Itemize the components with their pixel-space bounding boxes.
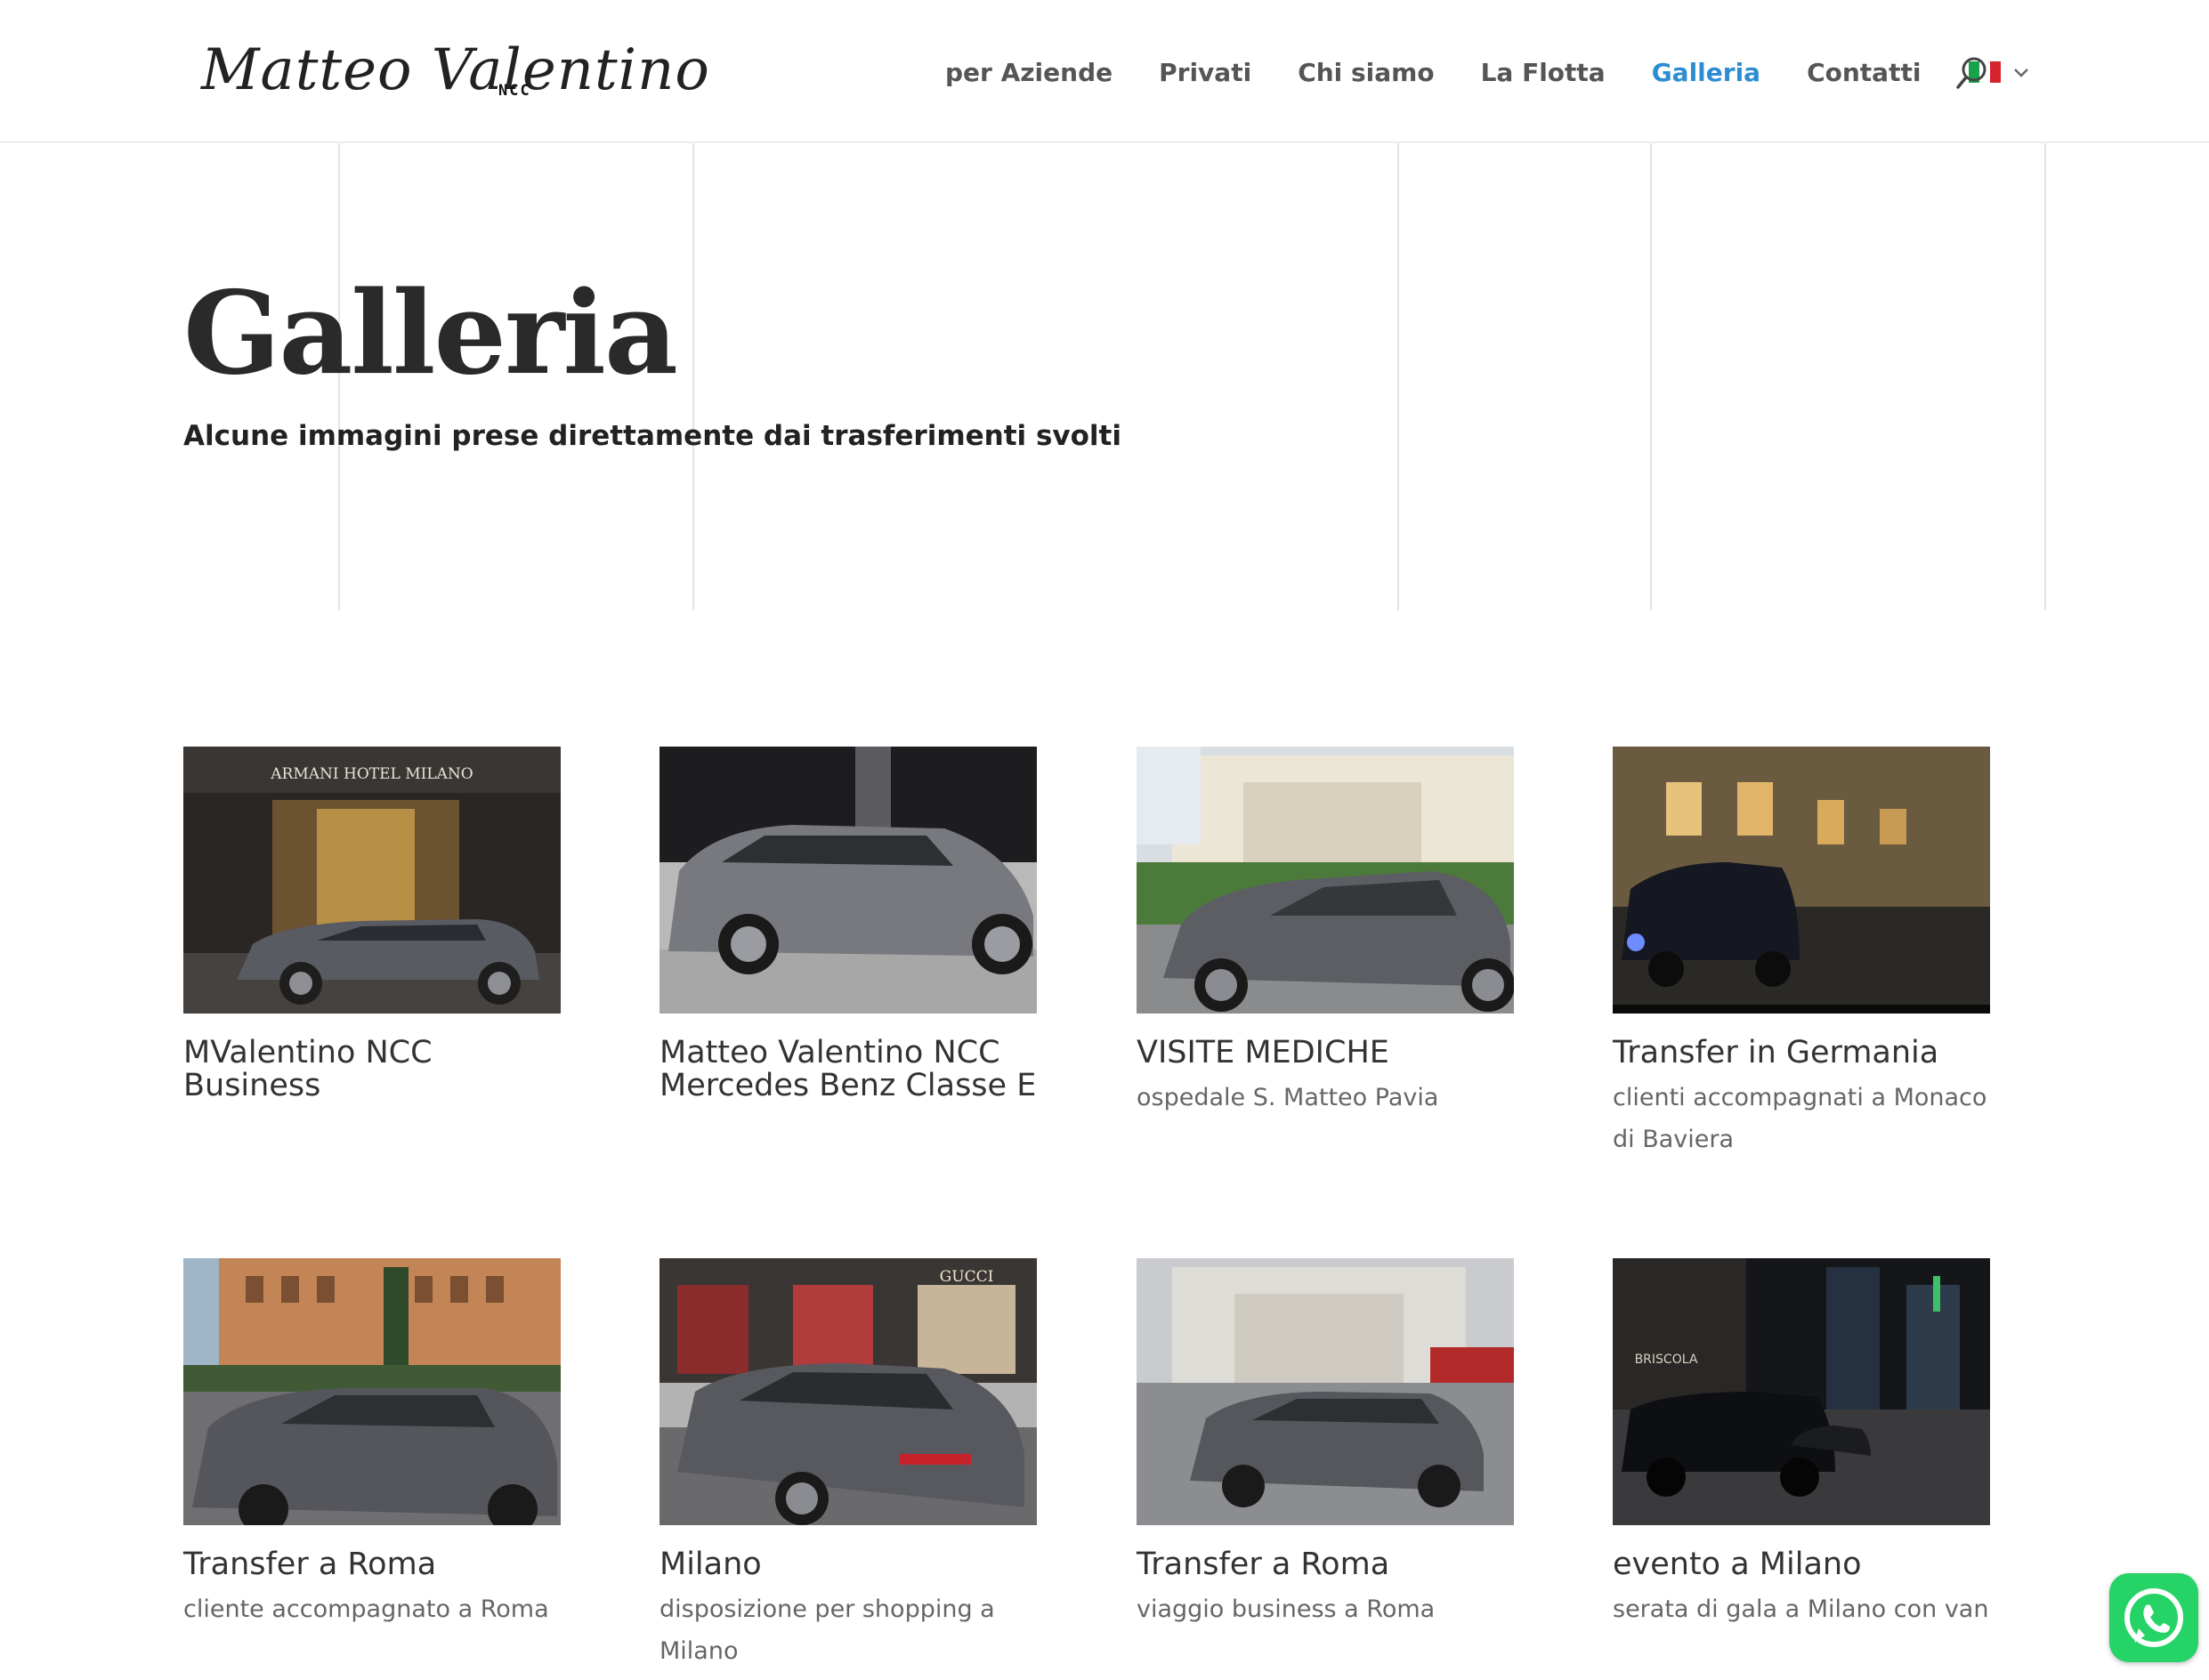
page-title: Galleria — [183, 267, 678, 400]
gallery-photo[interactable]: GUCCI — [659, 1258, 1037, 1525]
gallery-item-caption: ospedale S. Matteo Pavia — [1137, 1084, 1439, 1111]
gallery-item-title: evento a Milano — [1613, 1547, 1862, 1582]
search-icon[interactable] — [1954, 55, 1990, 91]
nav-link-galleria[interactable]: Galleria — [1652, 58, 1760, 87]
hero-gridline — [2044, 143, 2046, 610]
gallery-item-title: VISITE MEDICHE — [1137, 1035, 1389, 1070]
gallery-item-title: Transfer a Roma — [183, 1547, 437, 1582]
hero-gridline — [1650, 143, 1652, 610]
gallery-photo[interactable] — [1137, 747, 1515, 1014]
gallery-item-caption: serata di gala a Milano con van — [1613, 1595, 1989, 1623]
gallery-photo[interactable] — [1613, 747, 1990, 1014]
nav-link-chi-siamo[interactable]: Chi siamo — [1298, 58, 1434, 87]
gallery-item-caption: disposizione per shopping a Milano — [659, 1595, 995, 1665]
gallery-item[interactable]: VISITE MEDICHE ospedale S. Matteo Pavia — [1137, 747, 1515, 1119]
gallery-item[interactable]: Transfer in Germania clienti accompagnat… — [1613, 747, 1990, 1160]
gallery-item[interactable]: BRISCOLA evento a Milano serata di gala … — [1613, 1258, 1990, 1630]
nav-link-per-aziende[interactable]: per Aziende — [945, 58, 1113, 87]
gallery-photo[interactable] — [183, 1258, 561, 1534]
whatsapp-icon — [2124, 1588, 2183, 1647]
nav-link-privati[interactable]: Privati — [1159, 58, 1251, 87]
gallery-photo[interactable] — [1137, 1258, 1514, 1525]
logo-ncc-text: NCC — [498, 82, 531, 100]
gallery-item-title: MValentino NCC Business — [183, 1035, 433, 1103]
gallery-item[interactable]: Transfer a Roma viaggio business a Roma — [1137, 1258, 1514, 1630]
whatsapp-button[interactable] — [2109, 1573, 2198, 1662]
site-logo[interactable]: Matteo Valentino NCC — [201, 30, 710, 110]
gallery-item-caption: clienti accompagnati a Monaco di Baviera — [1613, 1084, 1987, 1153]
photo-sign-text: GUCCI — [940, 1268, 994, 1286]
hero-gridline — [692, 143, 694, 610]
chevron-down-icon — [2014, 69, 2029, 77]
logo-script-text: Matteo Valentino — [201, 37, 710, 103]
gallery-photo[interactable] — [659, 747, 1037, 1014]
gallery-item-caption: viaggio business a Roma — [1137, 1595, 1436, 1623]
gallery-item-title: Transfer a Roma — [1137, 1547, 1390, 1582]
nav-link-contatti[interactable]: Contatti — [1807, 58, 1921, 87]
site-header: Matteo Valentino NCC per Aziende Privati… — [0, 0, 2209, 142]
page-subtitle: Alcune immagini prese direttamente dai t… — [183, 420, 1121, 452]
photo-sign-text: ARMANI HOTEL MILANO — [270, 765, 473, 783]
gallery-item[interactable]: Matteo Valentino NCC Mercedes Benz Class… — [659, 747, 1037, 1102]
main-nav: per Aziende Privati Chi siamo La Flotta … — [945, 50, 2033, 94]
gallery-item-title: Matteo Valentino NCC Mercedes Benz Class… — [659, 1035, 1037, 1103]
nav-link-la-flotta[interactable]: La Flotta — [1481, 58, 1606, 87]
gallery-item-title: Transfer in Germania — [1613, 1035, 1939, 1070]
gallery-photo[interactable]: BRISCOLA — [1613, 1258, 1990, 1525]
photo-sign-text: BRISCOLA — [1635, 1353, 1698, 1367]
gallery-item[interactable]: Transfer a Roma cliente accompagnato a R… — [183, 1258, 561, 1630]
gallery-photo[interactable]: ARMANI HOTEL MILANO — [183, 747, 561, 1014]
gallery-item-caption: cliente accompagnato a Roma — [183, 1595, 549, 1623]
gallery-item[interactable]: ARMANI HOTEL MILANO MValentino NCC Busin… — [183, 747, 561, 1102]
gallery-item-title: Milano — [659, 1547, 762, 1582]
hero-gridline — [1397, 143, 1399, 610]
gallery-item[interactable]: GUCCI Milano disposizione per shopping a… — [659, 1258, 1037, 1672]
